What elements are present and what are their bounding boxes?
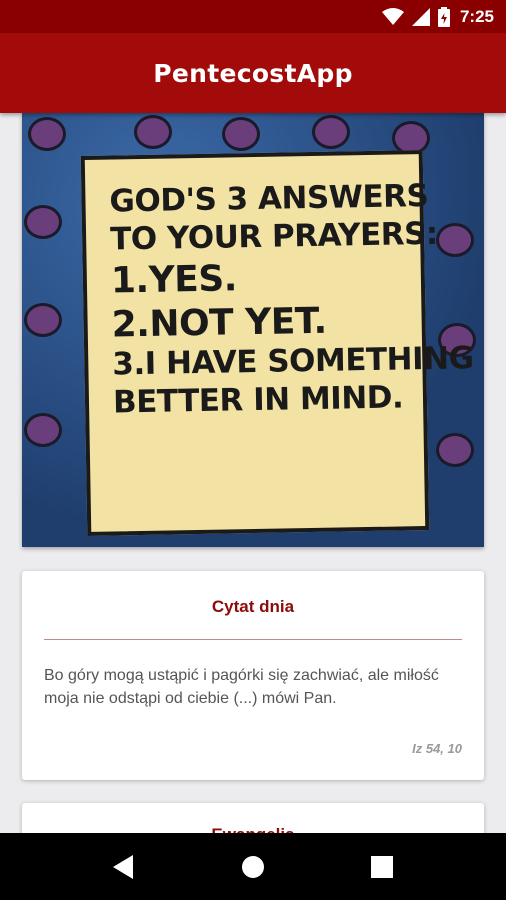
wifi-icon (381, 7, 404, 26)
gospel-card-title: Ewangelia (22, 825, 484, 833)
recents-button[interactable] (352, 837, 412, 897)
app-title: PentecostApp (153, 58, 353, 88)
status-bar: 7:25 (0, 0, 506, 33)
sign-board: GOD'S 3 ANSWERS TO YOUR PRAYERS: 1.YES. … (80, 150, 474, 536)
back-icon (113, 854, 134, 879)
sign-line: 1.YES. (110, 257, 238, 302)
status-time: 7:25 (459, 6, 494, 26)
battery-icon (437, 6, 450, 27)
featured-image-card[interactable]: GOD'S 3 ANSWERS TO YOUR PRAYERS: 1.YES. … (22, 113, 484, 547)
home-button[interactable] (223, 837, 283, 897)
sign-line: GOD'S 3 ANSWERS (109, 177, 429, 220)
quote-text: Bo góry mogą ustąpić i pagórki się zachw… (44, 667, 439, 707)
quote-reference: Iz 54, 10 (412, 741, 462, 756)
sign-line: 3.I HAVE SOMETHING (112, 340, 474, 383)
sign-line: TO YOUR PRAYERS: (109, 215, 439, 258)
sign-line: 2.NOT YET. (111, 300, 327, 346)
quote-card-title: Cytat dnia (211, 597, 295, 616)
back-button[interactable] (94, 837, 154, 897)
cell-signal-icon (411, 7, 430, 26)
app-bar: PentecostApp (0, 33, 506, 113)
quote-of-the-day-card[interactable]: Cytat dnia Bo góry mogą ustąpić i pagórk… (22, 571, 484, 780)
gospel-card[interactable]: Ewangelia (22, 803, 484, 833)
recents-icon (370, 855, 393, 878)
home-icon (241, 855, 264, 878)
sign-line: BETTER IN MIND. (112, 379, 404, 421)
main-content[interactable]: GOD'S 3 ANSWERS TO YOUR PRAYERS: 1.YES. … (0, 113, 506, 833)
navigation-bar (0, 833, 506, 900)
divider (44, 639, 462, 640)
